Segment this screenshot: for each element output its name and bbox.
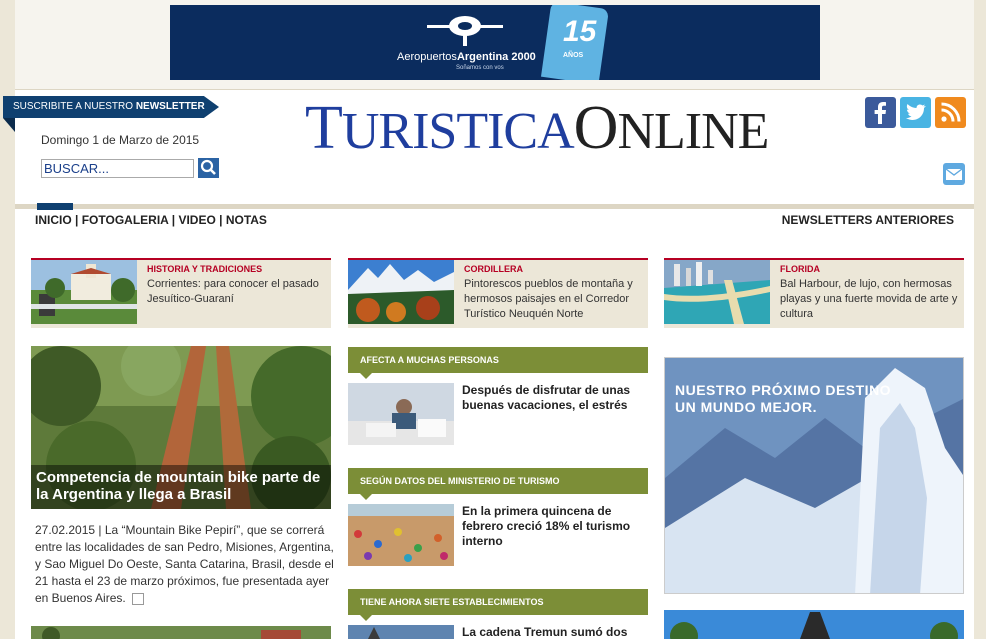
section-header: TIENE AHORA SIETE ESTABLECIMIENTOS (348, 589, 648, 621)
banner-tagline: Soñamos con vos (456, 65, 504, 71)
card-title[interactable]: Corrientes: para conocer el pasado Jesuí… (147, 277, 332, 307)
nav-inicio[interactable]: INICIO (35, 213, 72, 227)
newsletter-subscribe-button[interactable]: SUSCRIBITE A NUESTRO NEWSLETTER (3, 96, 219, 118)
nav-active-marker (37, 203, 73, 210)
card-florida[interactable]: FLORIDA Bal Harbour, de lujo, con hermos… (664, 258, 964, 328)
airplane-logo-icon (427, 16, 503, 46)
article-title[interactable]: En la primera quincena de febrero creció… (462, 504, 644, 549)
banner-brand: AeropuertosArgentina 2000 (397, 51, 536, 63)
current-date: Domingo 1 de Marzo de 2015 (41, 133, 200, 147)
card-corrientes[interactable]: HISTORIA Y TRADICIONES Corrientes: para … (31, 258, 331, 328)
checkbox-icon[interactable] (131, 592, 144, 605)
search-button[interactable] (198, 158, 219, 178)
card-thumbnail (31, 260, 137, 324)
mail-icon[interactable] (943, 163, 965, 185)
site-logo[interactable]: TURISTICAONLINE (305, 97, 769, 163)
featured-summary: 27.02.2015 | La “Mountain Bike Pepirí”, … (35, 523, 334, 605)
nav-notas[interactable]: NOTAS (226, 213, 267, 227)
rss-icon[interactable] (935, 97, 966, 128)
article-thumbnail[interactable] (348, 504, 454, 566)
search-icon (200, 159, 216, 175)
advertisement-2[interactable] (664, 610, 964, 639)
search-input[interactable] (41, 159, 194, 178)
article-thumbnail[interactable] (348, 625, 454, 639)
card-cordillera[interactable]: CORDILLERA Pintorescos pueblos de montañ… (348, 258, 648, 328)
ad-headline: NUESTRO PRÓXIMO DESTINO UN MUNDO MEJOR. (675, 382, 892, 415)
next-story-thumbnail[interactable] (31, 626, 331, 639)
section-header: AFECTA A MUCHAS PERSONAS (348, 347, 648, 379)
section-header: SEGÚN DATOS DEL MINISTERIO DE TURISMO (348, 468, 648, 500)
featured-date: 27.02.2015 (35, 523, 96, 537)
advertisement[interactable]: NUESTRO PRÓXIMO DESTINO UN MUNDO MEJOR. (664, 357, 964, 594)
featured-caption[interactable]: Competencia de mountain bike parte de la… (31, 465, 331, 509)
main-nav: INICIO | FOTOGALERIA | VIDEO | NOTAS (35, 213, 267, 227)
article-title[interactable]: Después de disfrutar de unas buenas vaca… (462, 383, 644, 413)
article-thumbnail[interactable] (348, 383, 454, 445)
card-category: HISTORIA Y TRADICIONES (147, 264, 263, 274)
article-title[interactable]: La cadena Tremun sumó dos (462, 625, 644, 639)
nav-newsletters-anteriores[interactable]: NEWSLETTERS ANTERIORES (782, 213, 954, 227)
anniversary-label: AÑOS (563, 52, 584, 59)
anniversary-number: 15 (563, 15, 597, 48)
sponsor-banner[interactable]: AeropuertosArgentina 2000 Soñamos con vo… (170, 5, 820, 80)
facebook-icon[interactable] (865, 97, 896, 128)
card-category: FLORIDA (780, 264, 820, 274)
card-thumbnail (348, 260, 454, 324)
page: AeropuertosArgentina 2000 Soñamos con vo… (3, 0, 974, 639)
ribbon-fold (3, 118, 15, 132)
nav-divider (15, 204, 974, 209)
top-band: AeropuertosArgentina 2000 Soñamos con vo… (15, 0, 974, 90)
card-category: CORDILLERA (464, 264, 523, 274)
card-title[interactable]: Bal Harbour, de lujo, con hermosas playa… (780, 277, 965, 322)
card-thumbnail (664, 260, 770, 324)
card-title[interactable]: Pintorescos pueblos de montaña y hermoso… (464, 277, 649, 322)
twitter-icon[interactable] (900, 97, 931, 128)
nav-video[interactable]: VIDEO (178, 213, 215, 227)
featured-story[interactable]: Competencia de mountain bike parte de la… (31, 346, 331, 509)
nav-fotogaleria[interactable]: FOTOGALERIA (82, 213, 169, 227)
